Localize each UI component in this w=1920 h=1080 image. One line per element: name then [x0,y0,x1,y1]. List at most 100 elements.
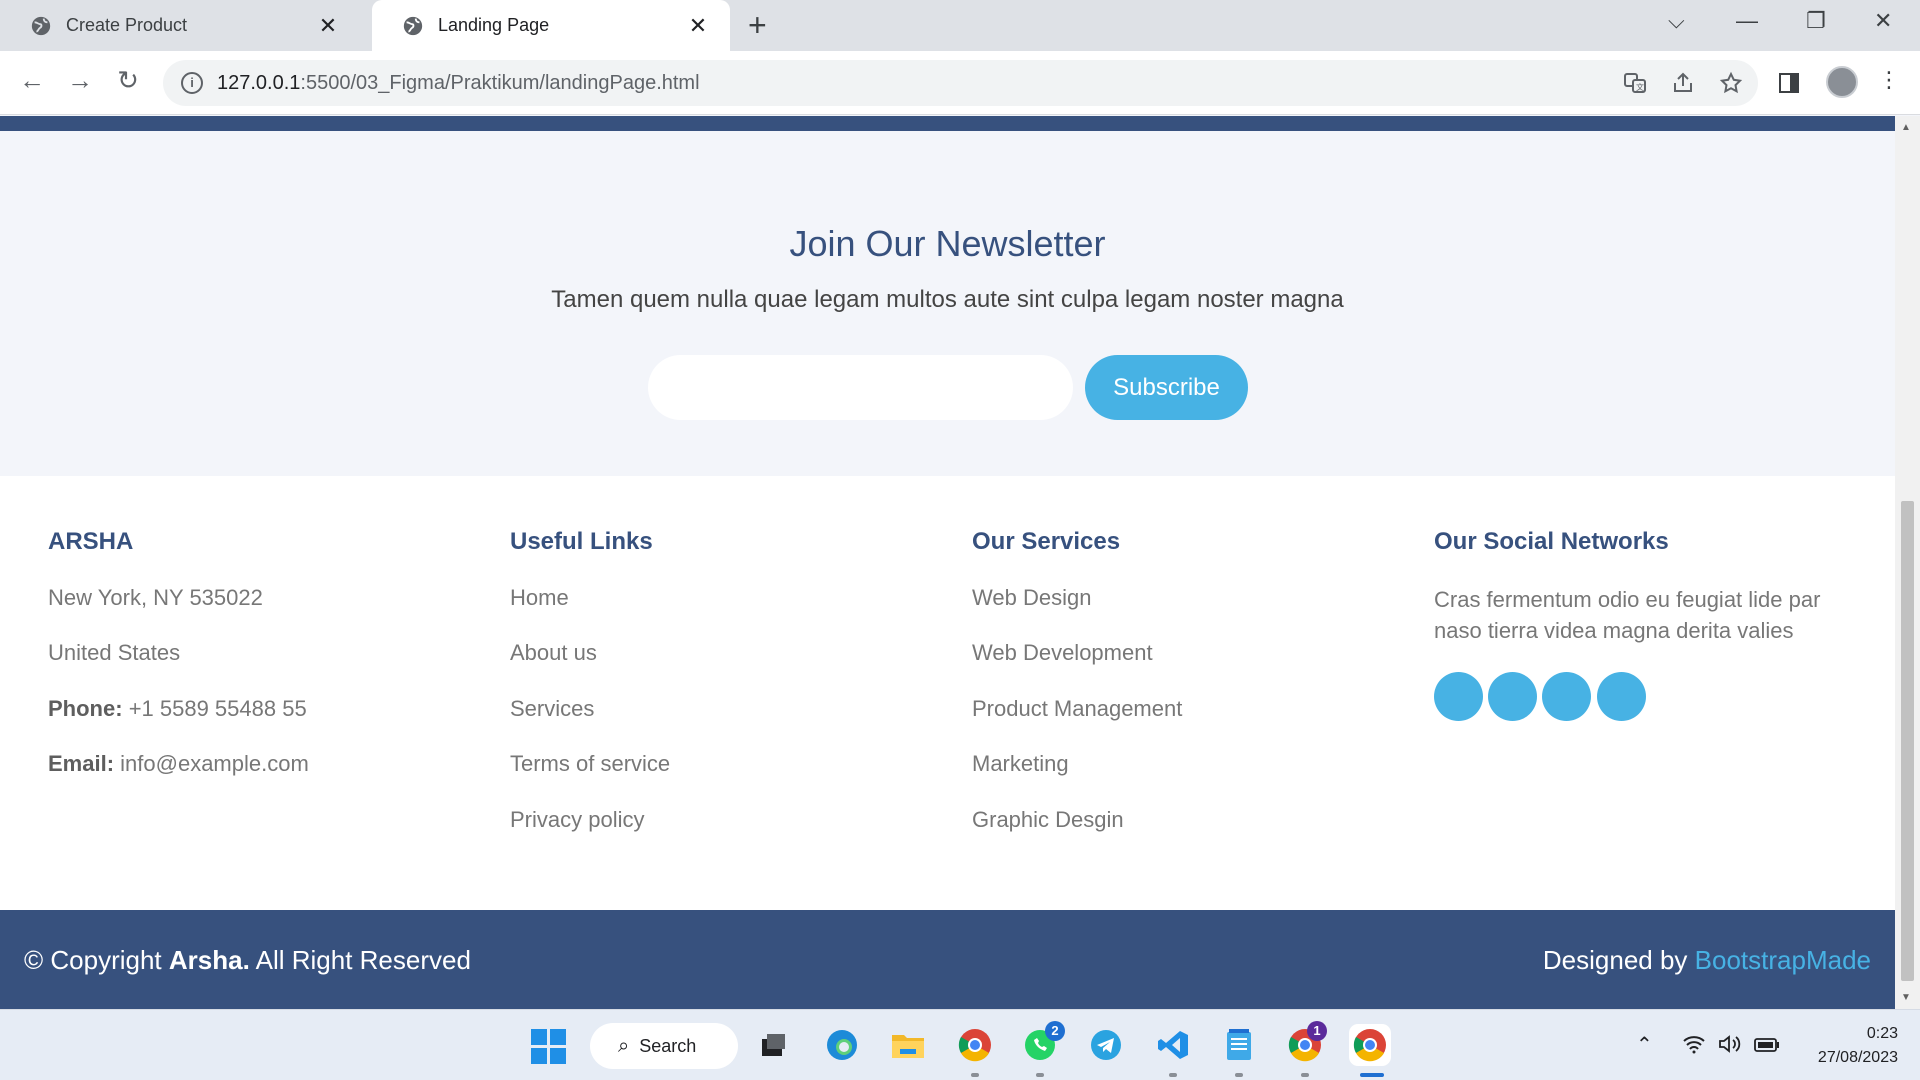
reload-icon[interactable]: ↻ [110,65,146,96]
clock-time: 0:23 [1866,1025,1898,1042]
notepad-icon[interactable] [1218,1024,1260,1066]
header-bottom-edge [0,116,1895,131]
taskbar-search[interactable]: ⌕ Search [590,1023,738,1069]
restore-icon[interactable]: ❐ [1806,8,1826,34]
email-line: Email: info@example.com [48,751,309,777]
side-panel-icon[interactable] [1778,72,1800,100]
phone-label: Phone: [48,696,123,721]
address-bar[interactable]: i 127.0.0.1:5500/03_Figma/Praktikum/land… [163,60,1758,106]
tab-search-icon[interactable]: ⌵ [1668,8,1685,34]
newsletter-section: Join Our Newsletter Tamen quem nulla qua… [0,131,1895,476]
new-tab-button[interactable]: + [748,8,767,42]
newsletter-title: Join Our Newsletter [789,223,1106,264]
page-viewport: Join Our Newsletter Tamen quem nulla qua… [0,116,1895,1009]
subscribe-button[interactable]: Subscribe [1085,355,1248,420]
footer-link-services[interactable]: Services [510,696,594,722]
service-link-graphic-design[interactable]: Graphic Desgin [972,807,1124,833]
credits-prefix: Designed by [1542,945,1688,975]
scroll-up-arrow-icon[interactable]: ▲ [1901,122,1911,133]
page-scrollbar[interactable]: ▲ ▼ [1895,116,1920,1009]
address-line-1: New York, NY 535022 [48,585,263,610]
taskbar-search-label: Search [639,1035,697,1056]
service-link-web-design[interactable]: Web Design [972,585,1091,611]
globe-icon [31,16,51,35]
tab-close-icon[interactable]: ✕ [686,13,710,39]
menu-dots-icon[interactable]: ⋮ [1878,67,1900,93]
copyright-prefix: © Copyright [24,945,162,975]
site-info-icon[interactable]: i [181,72,203,94]
file-explorer-icon[interactable] [887,1024,929,1066]
translate-icon[interactable]: 文 [1623,71,1647,101]
taskbar-clock[interactable]: 0:23 27/08/2023 [1818,1022,1898,1070]
minimize-icon[interactable]: — [1736,8,1758,34]
running-indicator [1235,1073,1243,1077]
edge-icon[interactable] [821,1024,863,1066]
copyright-text: © Copyright Arsha. All Right Reserved [24,945,471,976]
footer-link-about[interactable]: About us [510,640,597,666]
social-facebook-button[interactable] [1488,672,1537,721]
chrome-icon[interactable] [954,1024,996,1066]
tab-title: Create Product [66,15,188,35]
running-indicator [1301,1073,1309,1077]
url-host: 127.0.0.1 [217,71,301,94]
copyright-brand: Arsha. [168,945,250,975]
footer-link-home[interactable]: Home [510,585,569,611]
url-path: :5500/03_Figma/Praktikum/landingPage.htm… [300,71,700,94]
scroll-thumb[interactable] [1901,501,1914,981]
running-indicator [1036,1073,1044,1077]
vscode-icon[interactable] [1152,1024,1194,1066]
window-close-icon[interactable]: ✕ [1874,8,1892,34]
bootstrapmade-link[interactable]: BootstrapMade [1695,945,1871,975]
email-value: info@example.com [120,751,309,776]
tab-close-icon[interactable]: ✕ [316,13,340,39]
whatsapp-badge: 2 [1045,1021,1065,1041]
back-icon[interactable]: ← [14,65,50,96]
tab-title: Landing Page [438,15,550,35]
social-description: Cras fermentum odio eu feugiat lide par … [1434,587,1821,643]
battery-icon[interactable] [1754,1036,1780,1059]
url-text[interactable]: 127.0.0.1:5500/03_Figma/Praktikum/landin… [217,72,700,95]
phone-line: Phone: +1 5589 55488 55 [48,696,307,722]
footer-link-privacy[interactable]: Privacy policy [510,807,644,833]
running-indicator [1169,1073,1177,1077]
clock-date: 27/08/2023 [1817,1049,1898,1066]
service-link-web-development[interactable]: Web Development [972,640,1153,666]
active-indicator [1360,1073,1384,1077]
task-view-icon[interactable] [752,1024,794,1066]
windows-start-icon[interactable] [531,1029,567,1065]
tray-overflow-chevron-icon[interactable]: ⌃ [1636,1032,1653,1057]
footer-top: ARSHA New York, NY 535022 United States … [0,476,1895,910]
wifi-icon[interactable] [1682,1034,1706,1060]
volume-icon[interactable] [1718,1034,1742,1060]
email-label: Email: [48,751,115,776]
globe-icon [403,16,423,35]
social-twitter-button[interactable] [1434,672,1483,721]
phone-value: +1 5589 55488 55 [128,696,307,721]
our-services-title: Our Services [972,528,1121,555]
social-instagram-button[interactable] [1542,672,1591,721]
useful-links-title: Useful Links [510,528,653,555]
telegram-icon[interactable] [1085,1024,1127,1066]
share-icon[interactable] [1671,71,1695,101]
social-linkedin-button[interactable] [1597,672,1646,721]
search-icon: ⌕ [618,1034,630,1057]
tab-landing-page[interactable]: Landing Page ✕ [372,0,730,51]
service-link-product-management[interactable]: Product Management [972,696,1182,722]
newsletter-subtitle: Tamen quem nulla quae legam multos aute … [551,286,1344,313]
tab-create-product[interactable]: Create Product ✕ [0,0,360,51]
service-link-marketing[interactable]: Marketing [972,751,1069,777]
profile-avatar[interactable] [1826,66,1858,98]
footer-link-terms[interactable]: Terms of service [510,751,670,777]
footer-bottom-bar: © Copyright Arsha. All Right Reserved De… [0,910,1895,1009]
bookmark-star-icon[interactable] [1719,71,1743,101]
newsletter-email-input[interactable] [648,355,1073,420]
chrome-active-icon[interactable] [1349,1024,1391,1066]
footer-brand-title: ARSHA [48,528,134,555]
credits-text: Designed by BootstrapMade [1543,945,1871,976]
svg-text:文: 文 [1636,82,1644,92]
windows-taskbar: ⌕ Search 2 1 ⌃ 0:23 27/08/2023 [0,1009,1920,1080]
copyright-suffix: All Right Reserved [255,945,471,975]
scroll-down-arrow-icon[interactable]: ▼ [1901,992,1911,1003]
running-indicator [971,1073,979,1077]
forward-icon[interactable]: → [62,65,98,96]
